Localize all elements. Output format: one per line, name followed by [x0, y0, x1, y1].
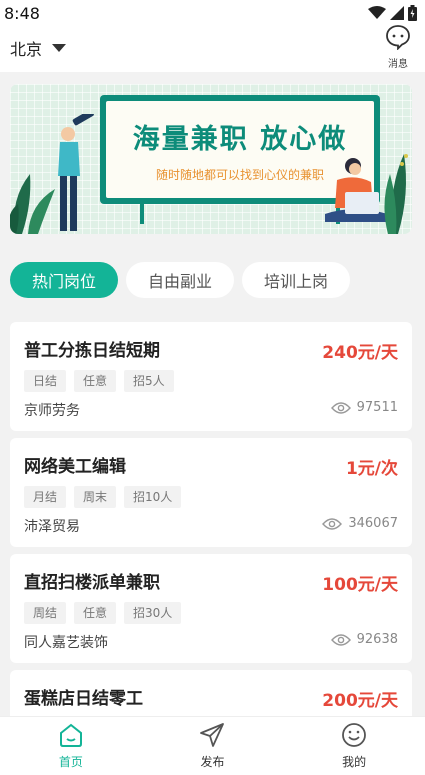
- plant-right-illustration: [384, 154, 408, 234]
- tab-hot-jobs[interactable]: 热门岗位: [10, 262, 119, 298]
- job-tag: 周末: [74, 486, 117, 508]
- job-list: 普工分拣日结短期 240元/天 日结 任意 招5人 京师劳务 97511 网络美…: [10, 322, 412, 716]
- job-tags: 月结 周末 招10人: [24, 486, 398, 508]
- job-views: 346067: [322, 516, 398, 531]
- message-label: 消息: [388, 59, 408, 70]
- banner-title: 海量兼职 放心做: [132, 123, 348, 155]
- job-card[interactable]: 蛋糕店日结零工 200元/天: [10, 670, 412, 716]
- job-views: 92638: [330, 632, 398, 647]
- eye-icon: [322, 517, 343, 530]
- job-card[interactable]: 网络美工编辑 1元/次 月结 周末 招10人 沛泽贸易 346067: [10, 438, 412, 547]
- nav-publish-label: 发布: [200, 755, 225, 769]
- eye-icon: [330, 401, 351, 414]
- job-tags: 周结 任意 招30人: [24, 602, 398, 624]
- status-time: 8:48: [4, 3, 40, 23]
- caret-down-icon: [52, 44, 67, 52]
- job-view-count: 97511: [356, 400, 398, 415]
- nav-mine-label: 我的: [342, 755, 367, 769]
- top-header: 北京 消息: [0, 24, 425, 72]
- home-icon: [59, 723, 82, 747]
- promo-banner[interactable]: 海量兼职 放心做 随时随地都可以找到心仪的兼职: [10, 84, 412, 234]
- job-tag: 月结: [24, 486, 67, 508]
- job-company: 沛泽贸易: [24, 519, 80, 535]
- job-tag: 招5人: [124, 370, 174, 392]
- wifi-icon: [368, 6, 386, 19]
- send-icon: [200, 723, 225, 747]
- job-tag: 日结: [24, 370, 67, 392]
- job-view-count: 92638: [356, 632, 398, 647]
- nav-home[interactable]: 首页: [31, 717, 111, 775]
- job-card[interactable]: 直招扫楼派单兼职 100元/天 周结 任意 招30人 同人嘉艺装饰 92638: [10, 554, 412, 663]
- signal-icon: [390, 6, 404, 20]
- nav-publish[interactable]: 发布: [172, 717, 252, 775]
- job-views: 97511: [330, 400, 398, 415]
- status-icons: [368, 5, 417, 21]
- city-label: 北京: [10, 40, 43, 59]
- job-company: 京师劳务: [24, 403, 80, 419]
- job-price: 200元/天: [322, 691, 398, 711]
- job-tag: 招10人: [124, 486, 182, 508]
- job-tags: 日结 任意 招5人: [24, 370, 398, 392]
- eye-icon: [330, 633, 351, 646]
- job-tag: 招30人: [124, 602, 182, 624]
- tab-freelance[interactable]: 自由副业: [126, 262, 235, 298]
- job-tag: 任意: [74, 370, 117, 392]
- tab-training[interactable]: 培训上岗: [242, 262, 351, 298]
- chat-bubble-icon: [386, 25, 410, 51]
- job-price: 240元/天: [322, 343, 398, 363]
- nav-home-label: 首页: [58, 755, 83, 769]
- job-view-count: 346067: [348, 516, 398, 531]
- job-company: 同人嘉艺装饰: [24, 635, 108, 651]
- message-button[interactable]: 消息: [383, 24, 413, 70]
- person-telescope-illustration: [58, 114, 94, 231]
- job-price: 100元/天: [322, 575, 398, 595]
- battery-icon: [408, 5, 417, 21]
- city-selector[interactable]: 北京: [10, 36, 67, 60]
- category-tabs: 热门岗位 自由副业 培训上岗: [10, 262, 351, 298]
- job-price: 1元/次: [345, 459, 398, 479]
- nav-mine[interactable]: 我的: [314, 717, 394, 775]
- job-card[interactable]: 普工分拣日结短期 240元/天 日结 任意 招5人 京师劳务 97511: [10, 322, 412, 431]
- smile-icon: [342, 723, 367, 747]
- bottom-nav: 首页 发布 我的: [0, 716, 425, 775]
- job-tag: 周结: [24, 602, 67, 624]
- job-title: 网络美工编辑: [24, 457, 126, 477]
- status-bar: 8:48: [0, 0, 425, 26]
- board-leg-left: [140, 204, 144, 224]
- job-tag: 任意: [74, 602, 117, 624]
- banner-subtitle: 随时随地都可以找到心仪的兼职: [155, 167, 324, 182]
